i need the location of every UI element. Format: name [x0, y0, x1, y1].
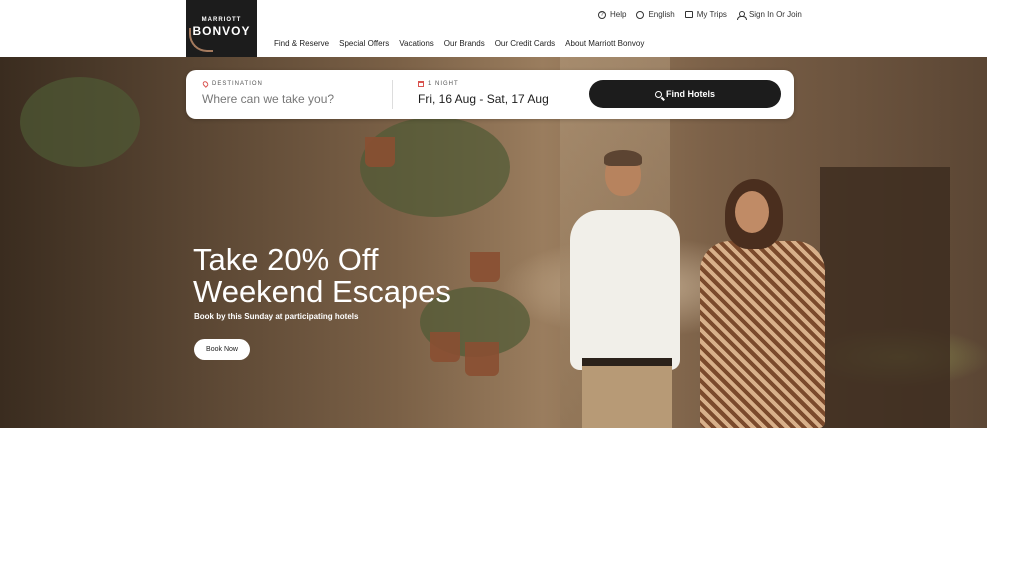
nav-credit-cards[interactable]: Our Credit Cards	[495, 39, 555, 48]
nav-about-bonvoy[interactable]: About Marriott Bonvoy	[565, 39, 644, 48]
globe-icon	[636, 10, 645, 19]
book-now-button[interactable]: Book Now	[194, 339, 250, 360]
search-bar: DESTINATION 1 NIGHT Fri, 16 Aug - Sat, 1…	[186, 70, 794, 119]
hero-title-line2: Weekend Escapes	[193, 274, 451, 309]
hero-title-line1: Take 20% Off	[193, 242, 379, 277]
find-hotels-label: Find Hotels	[666, 89, 715, 99]
hero-pot	[365, 137, 395, 167]
woman-dress	[700, 241, 825, 428]
nav-find-reserve[interactable]: Find & Reserve	[274, 39, 329, 48]
hero-subtitle: Book by this Sunday at participating hot…	[194, 312, 359, 321]
main-nav: Find & Reserve Special Offers Vacations …	[274, 39, 644, 48]
logo-line2: BONVOY	[192, 24, 251, 38]
man-hair	[604, 150, 642, 166]
man-pants	[582, 366, 672, 428]
nights-label: 1 NIGHT	[418, 81, 459, 87]
language-selector[interactable]: English	[636, 10, 675, 19]
hero-plant	[360, 117, 510, 217]
location-pin-icon	[201, 80, 210, 88]
nav-our-brands[interactable]: Our Brands	[444, 39, 485, 48]
utility-nav: ? Help English My Trips Sign In Or Join	[598, 10, 802, 20]
hero-woman-figure	[690, 179, 840, 428]
find-hotels-button[interactable]: Find Hotels	[589, 80, 781, 108]
hero-pot	[470, 252, 500, 282]
hero-pot	[430, 332, 460, 362]
hero-man-figure	[560, 150, 690, 428]
help-link[interactable]: ? Help	[598, 10, 626, 19]
dates-field[interactable]: Fri, 16 Aug - Sat, 17 Aug	[418, 92, 549, 106]
man-belt	[582, 358, 672, 366]
sign-in-link[interactable]: Sign In Or Join	[736, 10, 802, 20]
site-header: MARRIOTT BONVOY ? Help English My Trips …	[0, 0, 1024, 58]
search-divider	[392, 80, 393, 109]
hero-title: Take 20% Off Weekend Escapes	[193, 244, 451, 308]
sign-in-label: Sign In Or Join	[748, 10, 802, 19]
man-shirt	[570, 210, 680, 370]
language-label: English	[648, 10, 675, 19]
search-icon	[655, 90, 662, 98]
calendar-icon	[418, 81, 424, 87]
hero-plant	[20, 77, 140, 167]
destination-input[interactable]	[202, 91, 382, 107]
destination-label: DESTINATION	[201, 80, 263, 88]
hero-pot	[465, 342, 499, 376]
woman-head	[735, 191, 769, 233]
help-label: Help	[610, 10, 627, 19]
suitcase-icon	[684, 11, 693, 18]
marriott-bonvoy-logo[interactable]: MARRIOTT BONVOY	[186, 0, 257, 58]
help-circle-icon: ?	[598, 10, 606, 19]
my-trips-label: My Trips	[696, 10, 727, 19]
logo-line1: MARRIOTT	[201, 17, 242, 23]
nav-special-offers[interactable]: Special Offers	[339, 39, 389, 48]
my-trips-link[interactable]: My Trips	[684, 10, 727, 19]
destination-label-text: DESTINATION	[212, 81, 263, 87]
nights-label-text: 1 NIGHT	[428, 81, 459, 87]
nav-vacations[interactable]: Vacations	[399, 39, 434, 48]
user-icon	[736, 10, 747, 20]
